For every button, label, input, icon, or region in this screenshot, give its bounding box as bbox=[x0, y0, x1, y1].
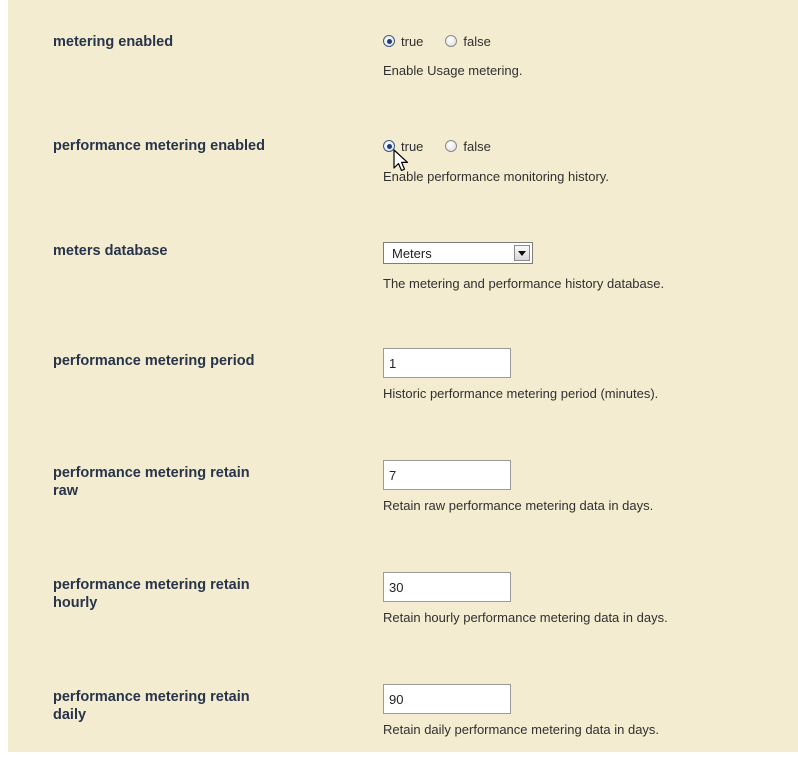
metering-enabled-true-option[interactable]: true bbox=[383, 34, 423, 49]
performance-metering-period-description: Historic performance metering period (mi… bbox=[383, 386, 659, 401]
metering-enabled-label: metering enabled bbox=[53, 34, 174, 50]
meters-database-control: Meters The metering and performance hist… bbox=[383, 242, 664, 291]
performance-metering-enabled-true-label: true bbox=[401, 138, 424, 154]
metering-enabled-false-option[interactable]: false bbox=[445, 33, 491, 49]
retain-daily-input[interactable]: 90 bbox=[383, 684, 511, 714]
retain-raw-input[interactable]: 7 bbox=[383, 460, 511, 490]
performance-metering-enabled-label: performance metering enabled bbox=[53, 138, 265, 154]
radio-unchecked-icon[interactable] bbox=[445, 35, 458, 47]
radio-checked-icon[interactable] bbox=[383, 35, 395, 47]
performance-metering-enabled-control: true false Enable performance monitoring… bbox=[383, 135, 609, 184]
performance-metering-period-control: 1 Historic performance metering period (… bbox=[383, 348, 658, 401]
metering-enabled-true-label: true bbox=[401, 33, 424, 49]
retain-daily-label-line1: performance metering retain bbox=[53, 689, 250, 705]
retain-daily-label: performance metering retain daily bbox=[53, 688, 343, 724]
metering-enabled-false-label: false bbox=[463, 33, 491, 49]
settings-panel: metering enabled true false Enable Usage… bbox=[8, 0, 798, 752]
retain-raw-label-line1: performance metering retain bbox=[53, 465, 250, 481]
retain-daily-description: Retain daily performance metering data i… bbox=[383, 722, 660, 737]
retain-daily-label-line2: daily bbox=[53, 707, 87, 723]
chevron-down-icon[interactable] bbox=[514, 245, 530, 261]
metering-enabled-radio-group: true false bbox=[383, 30, 522, 52]
meters-database-description: The metering and performance history dat… bbox=[383, 276, 665, 291]
radio-unchecked-icon[interactable] bbox=[445, 140, 458, 152]
performance-metering-period-label: performance metering period bbox=[53, 353, 255, 369]
meters-database-select[interactable]: Meters bbox=[383, 242, 533, 264]
retain-hourly-label-line1: performance metering retain bbox=[53, 577, 250, 593]
radio-checked-icon[interactable] bbox=[383, 140, 395, 152]
performance-metering-enabled-description: Enable performance monitoring history. bbox=[383, 169, 609, 184]
performance-metering-enabled-false-label: false bbox=[463, 138, 491, 154]
performance-metering-enabled-false-option[interactable]: false bbox=[445, 138, 491, 154]
retain-raw-label: performance metering retain raw bbox=[53, 464, 343, 500]
retain-daily-control: 90 Retain daily performance metering dat… bbox=[383, 684, 659, 737]
retain-raw-control: 7 Retain raw performance metering data i… bbox=[383, 460, 653, 513]
meters-database-label: meters database bbox=[53, 243, 168, 259]
retain-hourly-label-line2: hourly bbox=[53, 595, 98, 611]
retain-hourly-label: performance metering retain hourly bbox=[53, 576, 343, 612]
performance-metering-period-input[interactable]: 1 bbox=[383, 348, 511, 378]
retain-hourly-description: Retain hourly performance metering data … bbox=[383, 610, 668, 625]
metering-enabled-description: Enable Usage metering. bbox=[383, 63, 523, 78]
retain-hourly-control: 30 Retain hourly performance metering da… bbox=[383, 572, 668, 625]
retain-raw-label-line2: raw bbox=[53, 483, 78, 499]
metering-enabled-control: true false Enable Usage metering. bbox=[383, 30, 522, 78]
retain-raw-description: Retain raw performance metering data in … bbox=[383, 498, 654, 513]
performance-metering-enabled-true-option[interactable]: true bbox=[383, 139, 423, 154]
meters-database-value: Meters bbox=[392, 245, 432, 261]
retain-hourly-input[interactable]: 30 bbox=[383, 572, 511, 602]
performance-metering-enabled-radio-group: true false bbox=[383, 135, 609, 157]
